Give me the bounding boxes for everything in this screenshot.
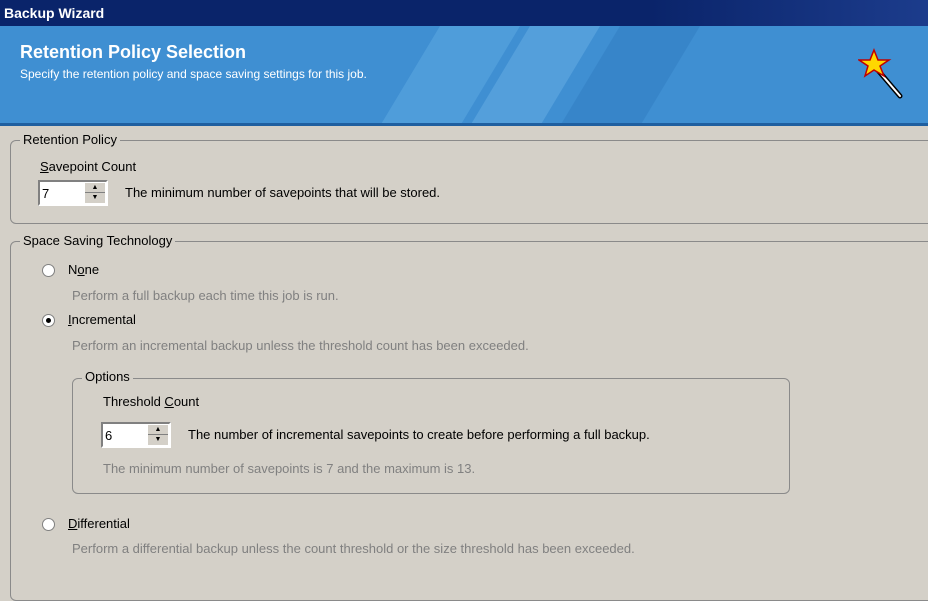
page-subtitle: Specify the retention policy and space s… [20, 67, 367, 81]
window-title: Backup Wizard [4, 5, 105, 21]
window-titlebar[interactable]: Backup Wizard [0, 0, 928, 26]
spin-up-arrow-icon[interactable]: ▲ [148, 425, 168, 435]
savepoint-spin-buttons[interactable]: ▲ ▼ [85, 183, 105, 203]
savepoint-count-label: Savepoint Count [40, 159, 137, 174]
options-legend: Options [82, 369, 133, 384]
retention-policy-legend: Retention Policy [20, 132, 120, 147]
threshold-count-label: Threshold Count [103, 394, 200, 409]
threshold-range-note: The minimum number of savepoints is 7 an… [103, 461, 476, 476]
threshold-count-spinner[interactable]: ▲ ▼ [101, 422, 171, 448]
radio-incremental[interactable] [42, 314, 55, 327]
radio-none[interactable] [42, 264, 55, 277]
space-saving-legend: Space Saving Technology [20, 233, 176, 248]
radio-incremental-description: Perform an incremental backup unless the… [72, 338, 529, 353]
magic-wand-icon [858, 48, 903, 99]
threshold-spin-buttons[interactable]: ▲ ▼ [148, 425, 168, 445]
savepoint-count-input[interactable] [42, 183, 82, 203]
threshold-count-input[interactable] [105, 425, 145, 445]
savepoint-count-description: The minimum number of savepoints that wi… [125, 185, 441, 200]
page-title: Retention Policy Selection [20, 42, 247, 62]
retention-policy-group [10, 140, 928, 224]
spin-down-arrow-icon[interactable]: ▼ [148, 435, 168, 445]
savepoint-count-spinner[interactable]: ▲ ▼ [38, 180, 108, 206]
spin-down-arrow-icon[interactable]: ▼ [85, 193, 105, 203]
radio-differential-description: Perform a differential backup unless the… [72, 541, 635, 556]
radio-incremental-label[interactable]: Incremental [68, 312, 136, 327]
radio-none-description: Perform a full backup each time this job… [72, 288, 339, 303]
spin-up-arrow-icon[interactable]: ▲ [85, 183, 105, 193]
radio-differential[interactable] [42, 518, 55, 531]
threshold-count-description: The number of incremental savepoints to … [188, 427, 650, 442]
radio-none-label[interactable]: None [68, 262, 99, 277]
radio-differential-label[interactable]: Differential [68, 516, 130, 531]
wizard-header-banner: Retention Policy Selection Specify the r… [0, 26, 928, 126]
